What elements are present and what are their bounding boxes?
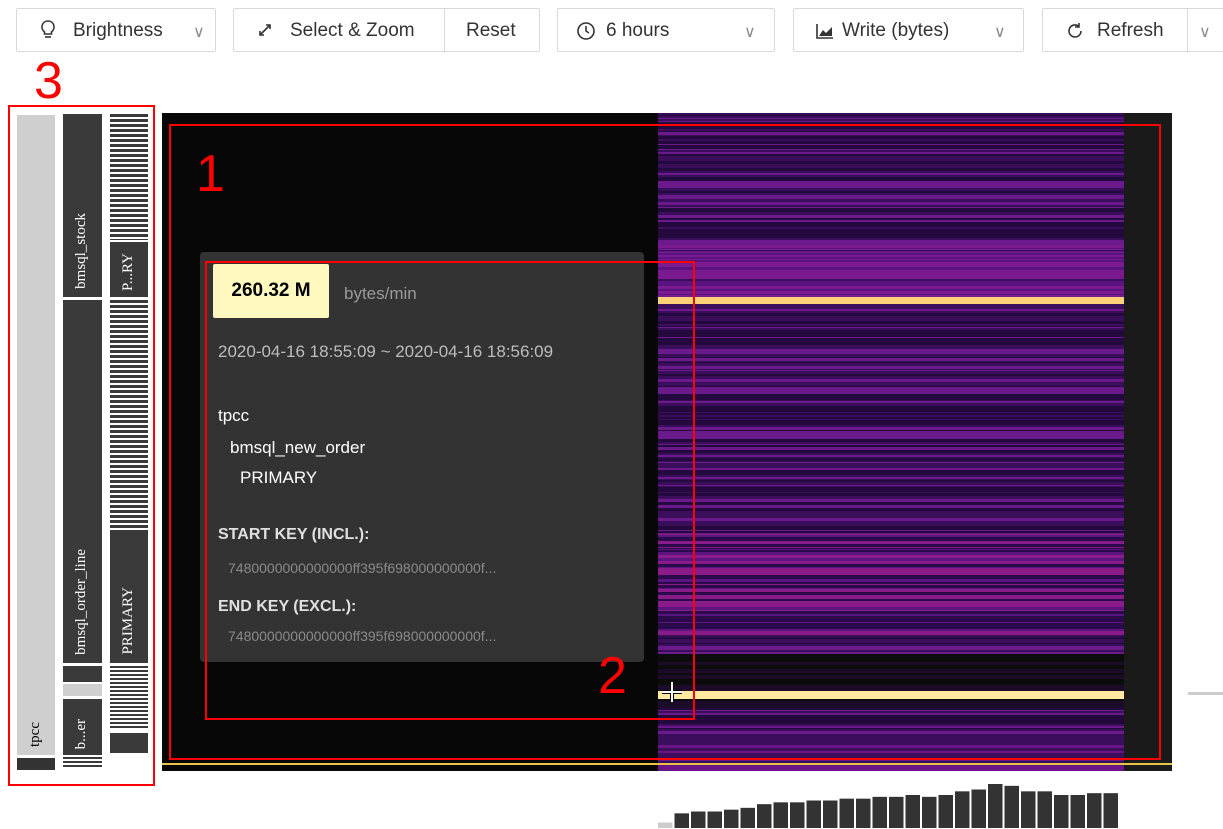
histogram-bar — [724, 809, 739, 828]
axis-table-stock[interactable]: bmsql_stock — [63, 114, 102, 297]
annotation-number-1: 1 — [196, 145, 225, 203]
axis-table-tail-stripes — [63, 757, 102, 767]
histogram-bar — [1037, 791, 1052, 828]
histogram-bar — [674, 813, 689, 828]
histogram-bar — [740, 807, 755, 828]
select-zoom-group: Select & Zoom Reset — [233, 8, 540, 53]
lightbulb-icon — [39, 19, 57, 41]
histogram-bar — [1070, 795, 1085, 828]
histogram-bar — [1004, 785, 1019, 828]
brightness-label: Brightness — [73, 20, 163, 41]
write-histogram — [658, 784, 1118, 828]
clock-icon — [576, 21, 596, 41]
axis-index-primary-label: PRIMARY — [120, 587, 136, 655]
histogram-bar — [1021, 791, 1036, 828]
refresh-button[interactable]: Refresh — [1097, 20, 1164, 42]
side-scroll-indicator — [1188, 692, 1223, 695]
annotation-number-2: 2 — [598, 647, 627, 705]
heatmap-bottom-line — [162, 763, 1172, 765]
histogram-bar — [988, 784, 1003, 828]
area-chart-icon — [816, 23, 834, 39]
histogram-bar — [707, 811, 722, 828]
axis-index-primary[interactable]: PRIMARY — [110, 530, 148, 663]
axis-table-short[interactable]: b...er — [63, 699, 102, 755]
histogram-bar — [971, 789, 986, 828]
expand-icon — [256, 21, 274, 39]
chevron-down-icon: ∨ — [994, 24, 1006, 41]
axis-table-order-line[interactable]: bmsql_order_line — [63, 300, 102, 663]
metric-label: Write (bytes) — [842, 20, 950, 41]
axis-table-short-label: b...er — [73, 718, 89, 749]
select-zoom-button[interactable]: Select & Zoom — [290, 20, 415, 42]
reset-button[interactable]: Reset — [466, 20, 516, 42]
time-range-dropdown[interactable]: 6 hours ∨ — [557, 8, 775, 52]
histogram-bar — [823, 800, 838, 828]
chevron-down-icon: ∨ — [744, 24, 756, 41]
histogram-bar — [955, 791, 970, 828]
histogram-bar — [839, 798, 854, 828]
axis-table-order-line-label: bmsql_order_line — [73, 549, 89, 655]
refresh-options-chevron-icon[interactable]: ∨ — [1199, 22, 1211, 42]
axis-index-short[interactable]: P...RY — [110, 242, 148, 297]
axis-db-column[interactable]: tpcc — [17, 115, 55, 755]
histogram-bar — [889, 796, 904, 828]
crosshair-cursor-icon — [660, 680, 684, 704]
chevron-down-icon: ∨ — [193, 24, 205, 41]
histogram-bar — [658, 822, 673, 828]
axis-index-tail — [110, 733, 148, 753]
axis-db-label: tpcc — [27, 722, 43, 747]
histogram-bar — [691, 811, 706, 828]
histogram-bar — [938, 795, 953, 828]
histogram-bar — [773, 802, 788, 828]
axis-index-stripes-top — [110, 114, 148, 240]
axis-index-stripes-bottom — [110, 666, 148, 730]
histogram-bar — [1054, 795, 1069, 828]
histogram-bar — [922, 796, 937, 828]
histogram-bar — [790, 802, 805, 828]
histogram-bar — [1103, 793, 1118, 828]
histogram-bar — [757, 804, 772, 828]
time-range-label: 6 hours — [606, 20, 670, 41]
refresh-group: Refresh ∨ — [1042, 8, 1223, 53]
axis-table-stock-label: bmsql_stock — [73, 213, 89, 289]
histogram-bar — [872, 796, 887, 828]
axis-index-short-label: P...RY — [120, 253, 136, 291]
axis-db-tail — [17, 758, 55, 770]
histogram-bar — [856, 798, 871, 828]
histogram-bar — [1087, 793, 1102, 828]
axis-table-gap — [63, 666, 102, 682]
divider — [444, 9, 445, 53]
axis-index-stripes-mid — [110, 300, 148, 528]
axis-table-highlight — [63, 684, 102, 696]
metric-dropdown[interactable]: Write (bytes) ∨ — [793, 8, 1024, 52]
refresh-icon — [1065, 21, 1085, 41]
annotation-number-3: 3 — [34, 52, 63, 110]
histogram-bar — [806, 800, 821, 828]
brightness-dropdown[interactable]: Brightness ∨ — [16, 8, 216, 52]
heatmap-band — [658, 769, 1124, 771]
histogram-bar — [905, 795, 920, 828]
divider — [1187, 9, 1188, 53]
